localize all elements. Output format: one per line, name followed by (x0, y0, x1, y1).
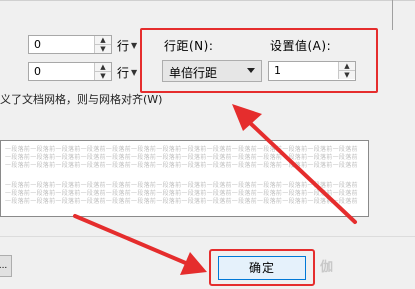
arrow-to-line-spacing-icon (232, 104, 357, 224)
arrow-to-ok-button-icon (73, 214, 207, 275)
annotation-arrows (73, 104, 357, 275)
